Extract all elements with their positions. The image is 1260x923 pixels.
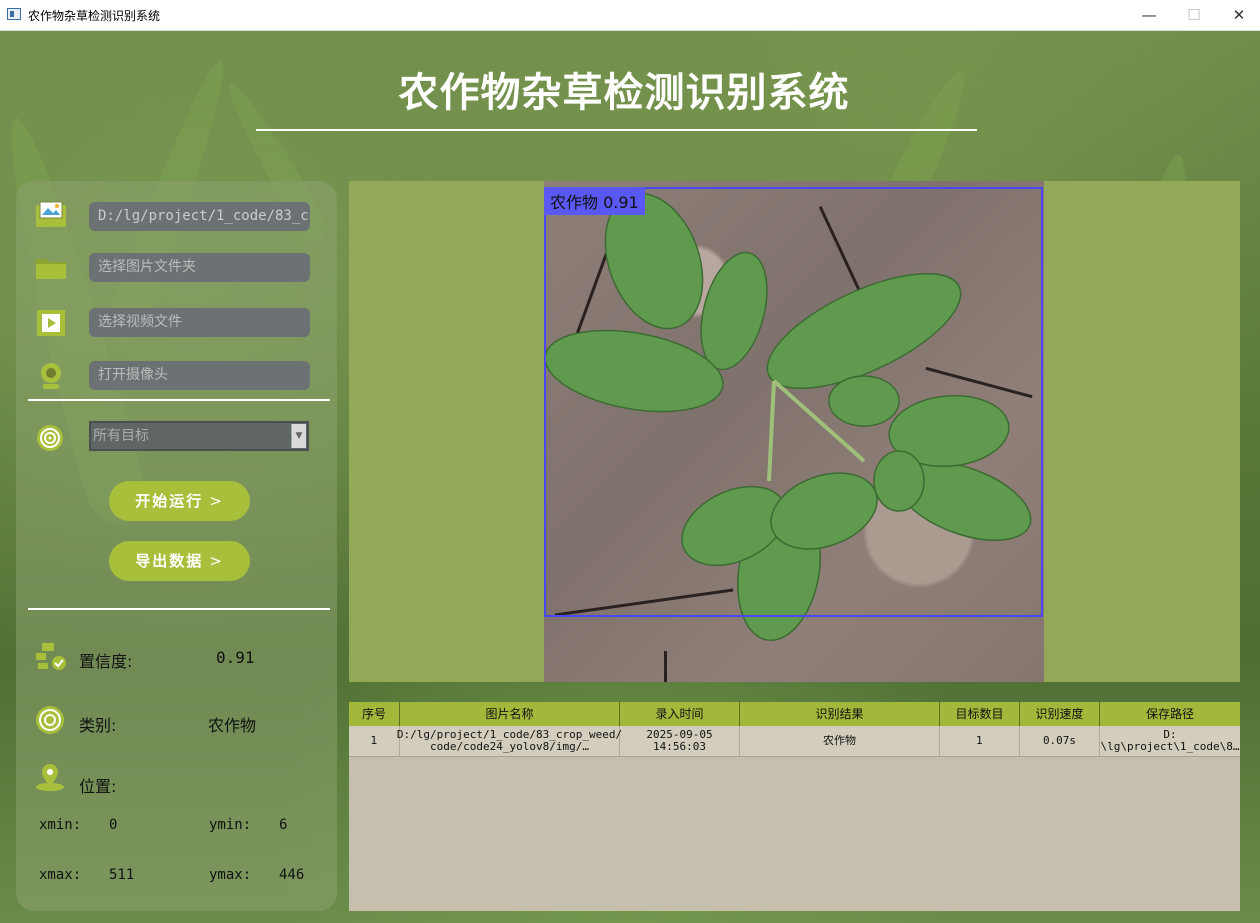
location-icon <box>36 764 64 791</box>
control-panel: D:/lg/project/1_code/83_crop 选择图片文件夹 选择视… <box>16 181 337 911</box>
column-header[interactable]: 识别速度 <box>1020 702 1100 726</box>
confidence-label: 置信度: <box>79 652 133 671</box>
video-icon[interactable] <box>34 308 68 338</box>
cell-speed: 0.07s <box>1020 726 1100 756</box>
image-display-panel: 农作物 0.91 <box>349 181 1240 682</box>
column-header[interactable]: 图片名称 <box>400 702 620 726</box>
position-label: 位置: <box>79 777 117 796</box>
xmax-label: xmax: <box>39 867 82 883</box>
class-value: 农作物 <box>208 716 257 735</box>
ymin-value: 6 <box>279 817 288 833</box>
column-header[interactable]: 识别结果 <box>740 702 940 726</box>
page-title: 农作物杂草检测识别系统 <box>398 70 850 116</box>
start-button-label: 开始运行 <box>135 492 204 510</box>
target-icon <box>37 425 63 451</box>
start-button[interactable]: 开始运行 > <box>109 481 250 521</box>
cell-count: 1 <box>940 726 1020 756</box>
class-icon <box>36 706 64 734</box>
xmax-value: 511 <box>109 867 135 883</box>
cell-save-path-line: \lg\project\1_code\8… <box>1100 740 1240 753</box>
export-button[interactable]: 导出数据 > <box>109 541 250 581</box>
cell-save-path: D: \lg\project\1_code\8… <box>1100 726 1240 756</box>
image-folder-input[interactable]: 选择图片文件夹 <box>89 253 310 282</box>
app-icon <box>7 8 21 20</box>
minimize-button[interactable]: — <box>1126 0 1172 30</box>
cell-result: 农作物 <box>740 726 940 756</box>
window-title: 农作物杂草检测识别系统 <box>28 9 161 23</box>
table-row[interactable]: 1 D:/lg/project/1_code/83_crop_weed/ cod… <box>349 726 1240 757</box>
xmin-label: xmin: <box>39 817 82 833</box>
ymin-label: ymin: <box>209 817 252 833</box>
panel-divider <box>28 399 330 401</box>
cell-image-name-line: code/code24_yolov8/img/… <box>430 740 589 753</box>
ymax-label: ymax: <box>209 867 252 883</box>
title-divider <box>256 129 977 131</box>
detection-box <box>544 187 1043 617</box>
column-header[interactable]: 保存路径 <box>1100 702 1240 726</box>
column-header[interactable]: 序号 <box>349 702 400 726</box>
cell-index: 1 <box>349 726 400 756</box>
chevron-right-icon: > <box>209 492 224 510</box>
close-button[interactable]: ✕ <box>1216 0 1260 30</box>
xmin-value: 0 <box>109 817 118 833</box>
camera-icon[interactable] <box>34 361 68 391</box>
results-table: 序号 图片名称 录入时间 识别结果 目标数目 识别速度 保存路径 1 D:/lg… <box>349 702 1240 911</box>
chevron-right-icon: > <box>209 552 224 570</box>
detection-image: 农作物 0.91 <box>544 181 1044 682</box>
cell-clock: 14:56:03 <box>653 740 706 753</box>
table-header: 序号 图片名称 录入时间 识别结果 目标数目 识别速度 保存路径 <box>349 702 1240 726</box>
image-file-input[interactable]: D:/lg/project/1_code/83_crop <box>89 202 310 231</box>
confidence-value: 0.91 <box>216 648 255 667</box>
cell-time: 2025-09-05 14:56:03 <box>620 726 740 756</box>
folder-icon[interactable] <box>34 253 68 283</box>
window-titlebar: 农作物杂草检测识别系统 — ☐ ✕ <box>0 0 1260 31</box>
target-select[interactable]: 所有目标 ▼ <box>89 421 309 451</box>
target-select-value: 所有目标 <box>93 428 149 444</box>
column-header[interactable]: 目标数目 <box>940 702 1020 726</box>
export-button-label: 导出数据 <box>135 552 204 570</box>
chevron-down-icon[interactable]: ▼ <box>291 424 306 448</box>
video-file-input[interactable]: 选择视频文件 <box>89 308 310 337</box>
confidence-icon <box>36 643 66 670</box>
panel-divider <box>28 608 330 610</box>
cell-image-name: D:/lg/project/1_code/83_crop_weed/ code/… <box>397 726 622 756</box>
image-file-icon[interactable] <box>34 199 68 229</box>
maximize-button[interactable]: ☐ <box>1171 0 1217 30</box>
camera-input[interactable]: 打开摄像头 <box>89 361 310 390</box>
class-label: 类别: <box>79 716 117 735</box>
detection-label: 农作物 0.91 <box>544 187 645 215</box>
ymax-value: 446 <box>279 867 305 883</box>
column-header[interactable]: 录入时间 <box>620 702 740 726</box>
